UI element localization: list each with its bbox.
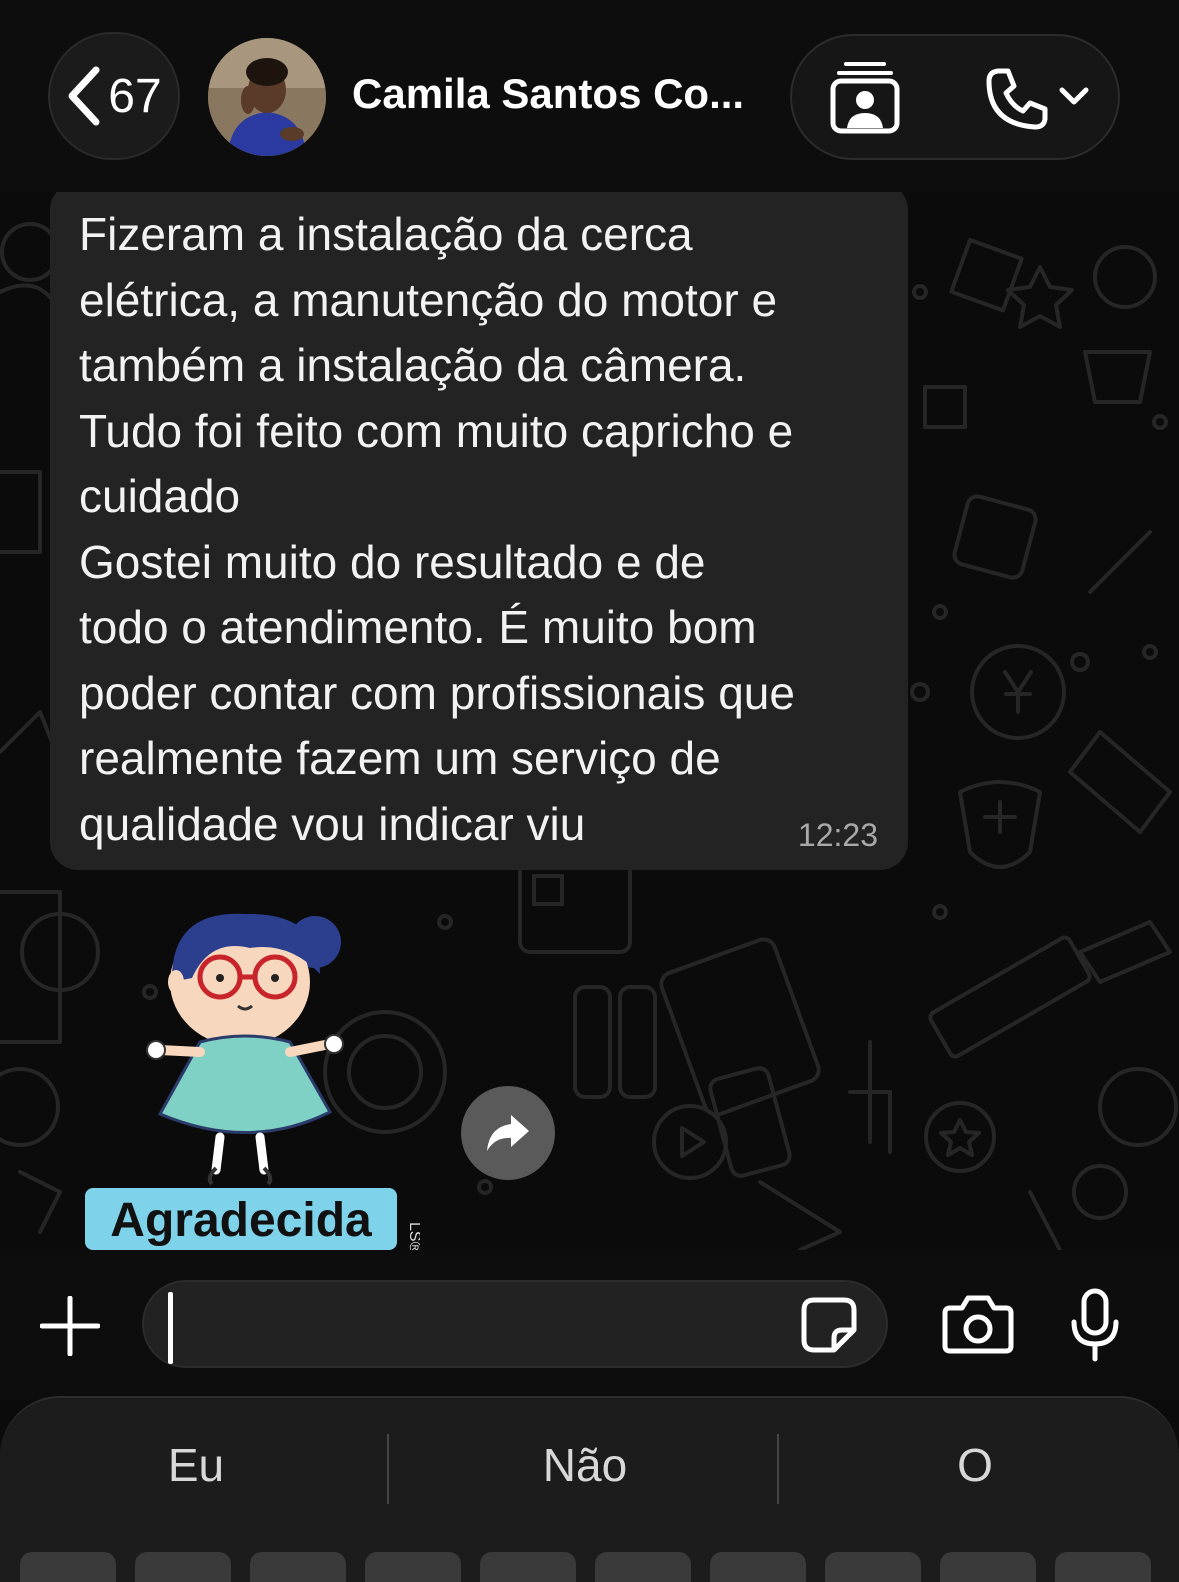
contact-name[interactable]: Camila Santos Co... [352,70,744,118]
message-bubble[interactable]: Fizeram a instalação da cerca elétrica, … [50,192,908,870]
message-line: Gostei muito do resultado e de [79,535,706,588]
header-actions [790,34,1120,160]
text-caret [168,1292,173,1364]
plus-icon[interactable] [40,1296,100,1356]
unread-count: 67 [108,69,162,123]
keyboard-key[interactable] [595,1552,691,1582]
back-button[interactable]: 67 [48,32,180,160]
message-time: 12:23 [797,817,878,853]
message-line: cuidado [79,470,241,522]
keyboard-key[interactable] [365,1552,461,1582]
message-line: elétrica, a manutenção do motor e [79,273,778,326]
suggestion-divider [777,1434,779,1504]
phone-icon[interactable] [984,66,1050,132]
message-line: também a instalação da câmera. [79,339,747,391]
forward-icon [487,1115,529,1151]
sticker-icon[interactable] [800,1296,858,1354]
keyboard-key[interactable] [710,1552,806,1582]
chat-area[interactable]: Fizeram a instalação da cerca elétrica, … [0,192,1179,1250]
message-line: todo o atendimento. É muito bom [79,601,757,653]
message-line: Fizeram a instalação da cerca [79,208,693,260]
message-line: Tudo foi feito com muito capricho e [79,404,794,457]
keyboard-key[interactable] [480,1552,576,1582]
keyboard: Eu Não O [0,1396,1179,1582]
keyboard-key[interactable] [1055,1552,1151,1582]
composer-bar [0,1250,1179,1400]
keyboard-key[interactable] [825,1552,921,1582]
camera-icon[interactable] [942,1294,1014,1354]
chevron-down-icon[interactable] [1058,84,1090,108]
microphone-icon[interactable] [1070,1288,1120,1362]
keyboard-key[interactable] [20,1552,116,1582]
contact-avatar[interactable] [208,38,326,156]
suggestion-divider [387,1434,389,1504]
contact-card-icon[interactable] [830,60,900,134]
forward-button[interactable] [461,1086,555,1180]
suggestion-2[interactable]: Não [395,1438,775,1492]
message-input[interactable] [142,1280,888,1368]
sticker-agradecida[interactable]: Agradecida LS® [80,902,420,1250]
keyboard-key[interactable] [250,1552,346,1582]
back-chevron-icon [68,66,100,126]
suggestion-3[interactable]: O [785,1438,1165,1492]
message-line: poder contar com profissionais que [79,666,795,719]
message-line: realmente fazem um serviço de [79,732,721,784]
keyboard-key[interactable] [135,1552,231,1582]
sticker-mark: LS® [406,1222,420,1250]
chat-header: 67 Camila Santos Co... [0,0,1179,192]
keyboard-key[interactable] [940,1552,1036,1582]
sticker-caption: Agradecida [110,1194,372,1247]
message-line: qualidade vou indicar viu [79,797,586,850]
suggestion-1[interactable]: Eu [6,1438,386,1492]
